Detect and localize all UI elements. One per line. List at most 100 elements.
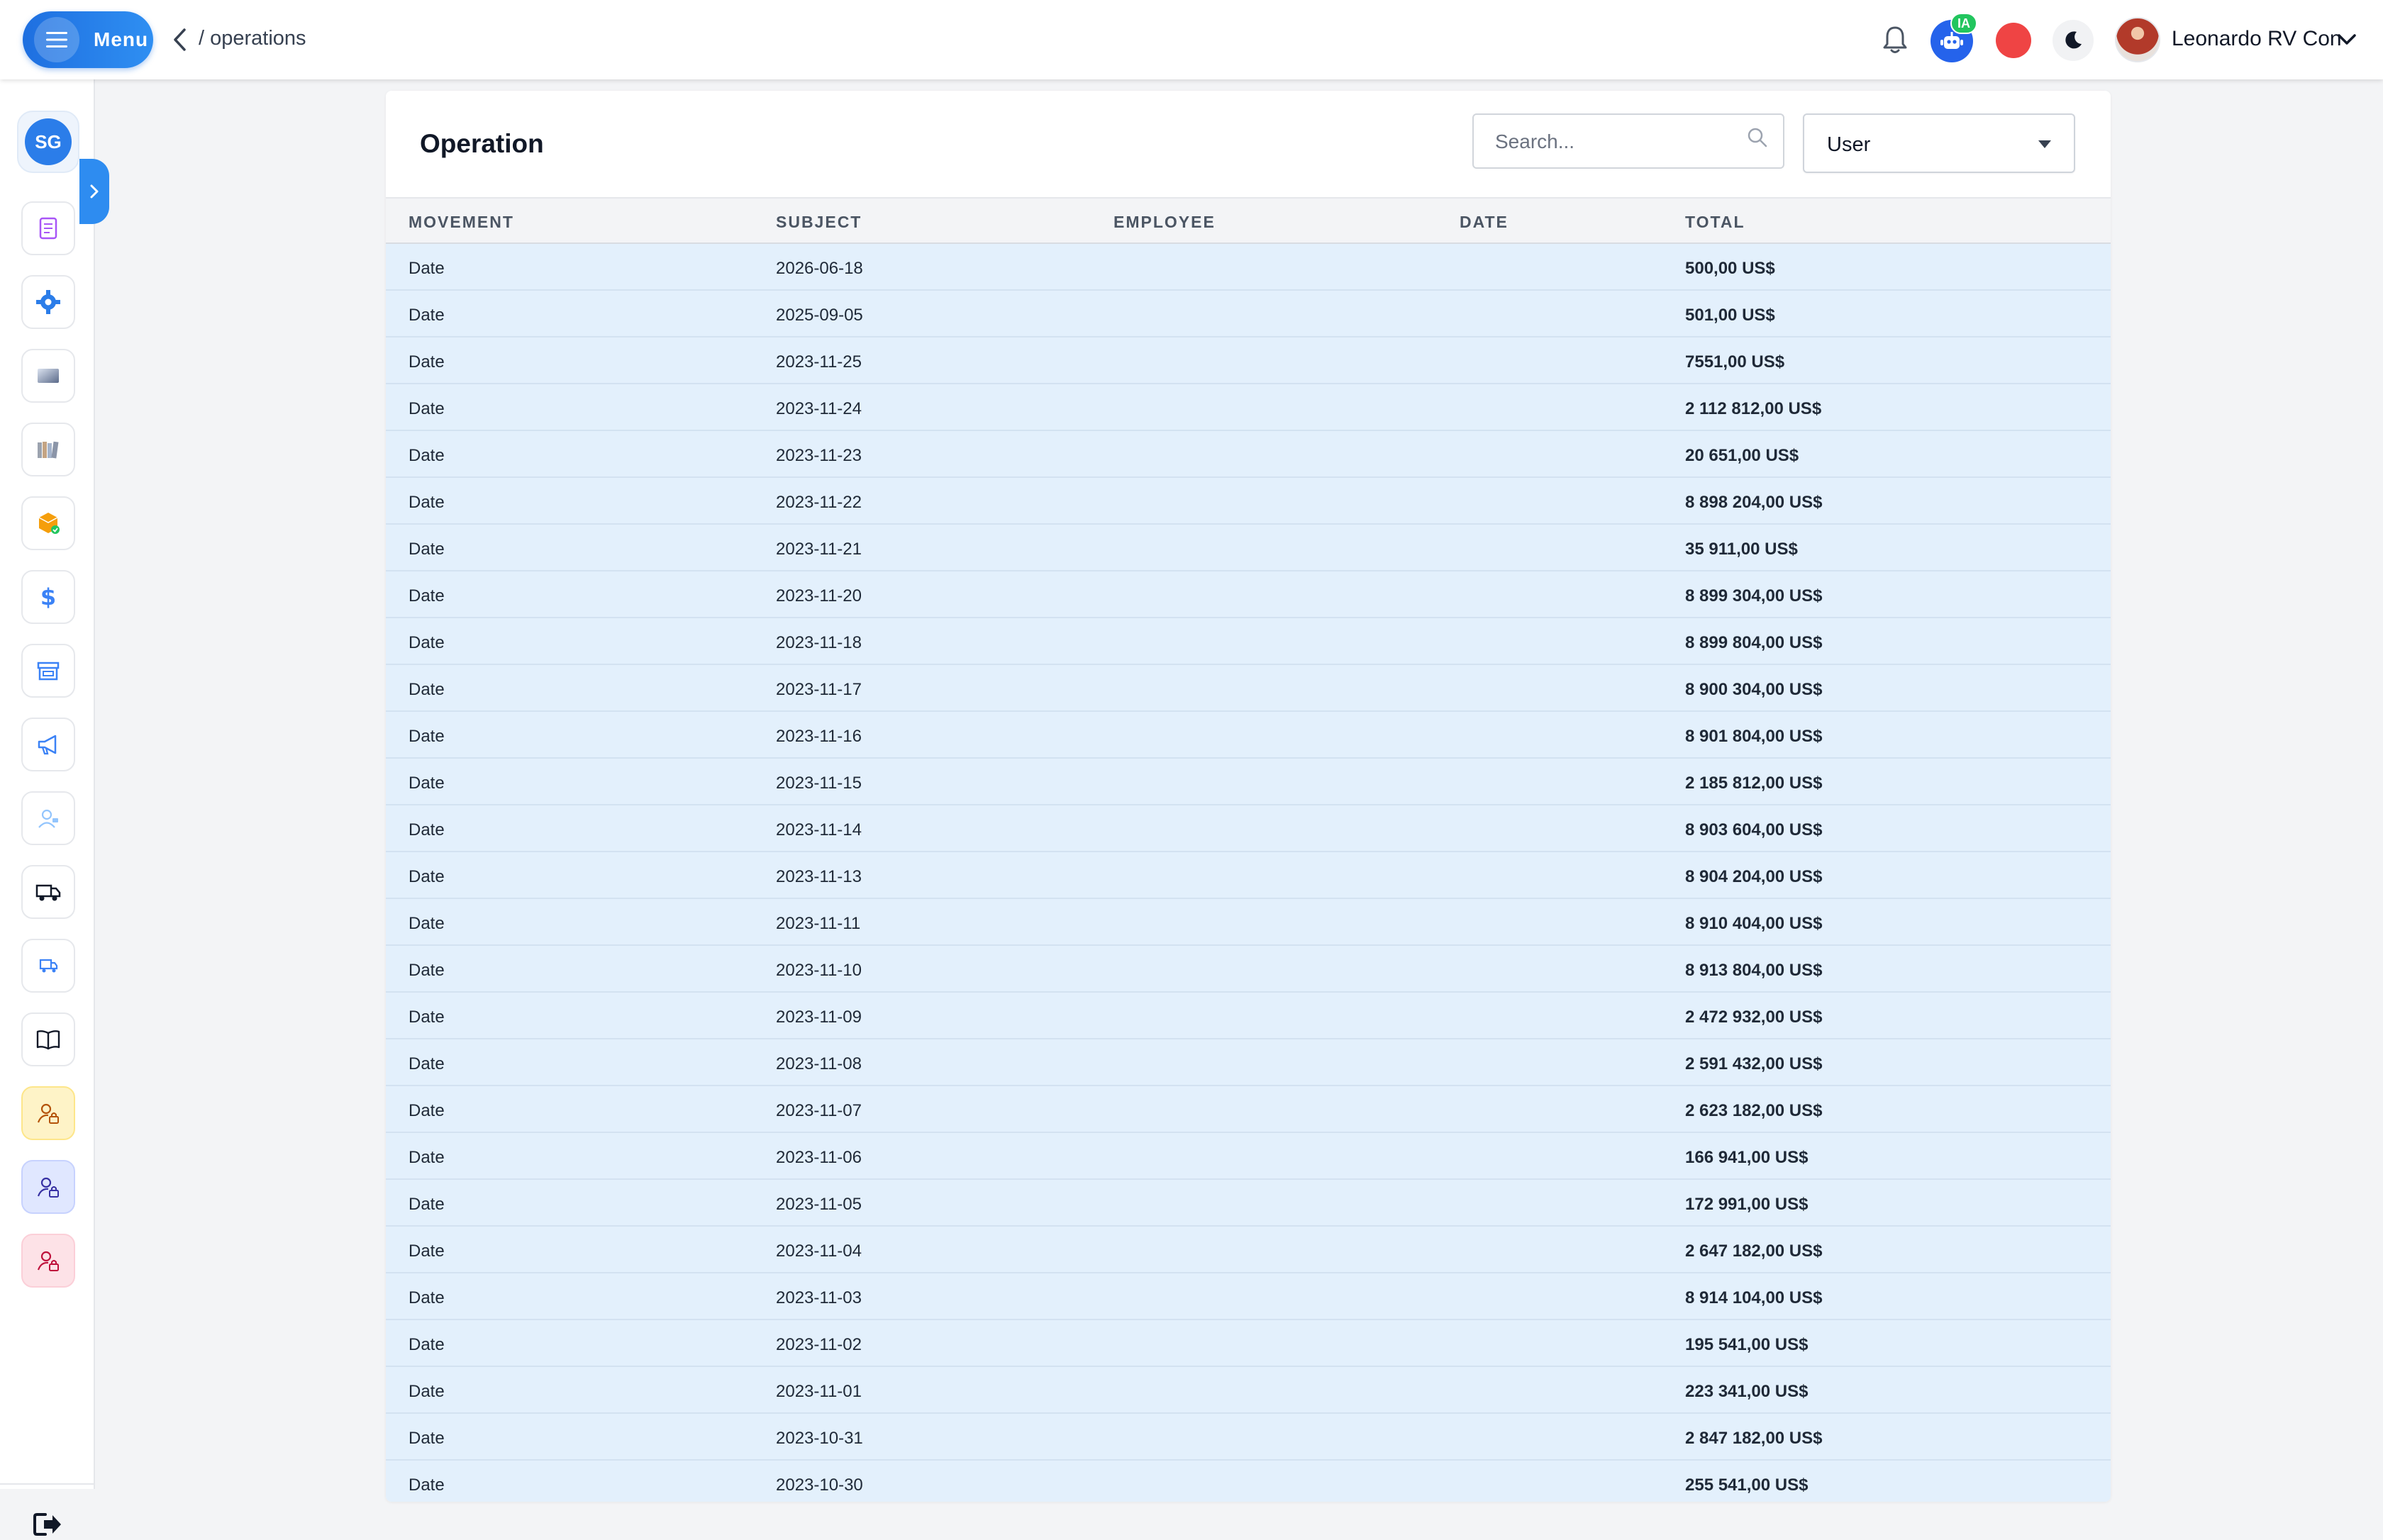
- search-icon[interactable]: [1746, 126, 1769, 149]
- user-lock-icon: [37, 1251, 59, 1271]
- sidebar-item-cards[interactable]: [21, 349, 75, 403]
- table-row[interactable]: Date 2023-11-18 8 899 804,00 US$: [386, 618, 2111, 665]
- cell-subject: 2023-11-01: [776, 1382, 862, 1401]
- cell-total: 20 651,00 US$: [1685, 446, 1799, 465]
- cell-total: 2 112 812,00 US$: [1685, 399, 1822, 418]
- cell-movement: Date: [409, 1054, 445, 1073]
- chevron-down-icon[interactable]: [2335, 28, 2359, 50]
- cell-movement: Date: [409, 399, 445, 418]
- sidebar-item-library[interactable]: [21, 423, 75, 476]
- table-row[interactable]: Date 2025-09-05 501,00 US$: [386, 291, 2111, 337]
- filter-select[interactable]: User: [1803, 113, 2075, 173]
- sidebar-item-shipping[interactable]: [21, 939, 75, 993]
- cell-movement: Date: [409, 586, 445, 606]
- cell-movement: Date: [409, 1195, 445, 1214]
- table-row[interactable]: Date 2023-11-02 195 541,00 US$: [386, 1320, 2111, 1367]
- sidebar-item-users-pink[interactable]: [21, 1234, 75, 1288]
- menu-button[interactable]: Menu: [23, 11, 153, 68]
- column-header-movement[interactable]: MOVEMENT: [409, 213, 514, 232]
- record-indicator[interactable]: [1996, 23, 2031, 58]
- sidebar-item-users-blue[interactable]: [21, 1160, 75, 1214]
- sidebar-item-catalog[interactable]: [21, 1012, 75, 1066]
- table-row[interactable]: Date 2023-11-06 166 941,00 US$: [386, 1133, 2111, 1180]
- sidebar-item-support[interactable]: [21, 791, 75, 845]
- column-header-employee[interactable]: EMPLOYEE: [1113, 213, 1216, 232]
- gradient-card-icon: [38, 369, 59, 383]
- sidebar-item-documents[interactable]: [21, 201, 75, 255]
- column-header-total[interactable]: TOTAL: [1685, 213, 1745, 232]
- table-row[interactable]: Date 2023-11-14 8 903 604,00 US$: [386, 805, 2111, 852]
- table-row[interactable]: Date 2023-11-07 2 623 182,00 US$: [386, 1086, 2111, 1133]
- cell-subject: 2026-06-18: [776, 259, 863, 278]
- megaphone-icon: [38, 735, 57, 755]
- table-row[interactable]: Date 2023-11-05 172 991,00 US$: [386, 1180, 2111, 1227]
- sidebar-item-inventory[interactable]: [21, 496, 75, 550]
- cell-subject: 2023-11-06: [776, 1148, 862, 1167]
- cell-total: 172 991,00 US$: [1685, 1195, 1809, 1214]
- cell-movement: Date: [409, 1101, 445, 1120]
- table-row[interactable]: Date 2023-11-15 2 185 812,00 US$: [386, 759, 2111, 805]
- books-icon: [38, 441, 59, 459]
- user-avatar[interactable]: [2115, 17, 2160, 62]
- svg-text:$: $: [40, 584, 56, 610]
- table-row[interactable]: Date 2023-10-30 255 541,00 US$: [386, 1461, 2111, 1502]
- back-chevron-icon[interactable]: [169, 26, 190, 54]
- sidebar-item-settings[interactable]: [21, 275, 75, 329]
- dark-mode-toggle[interactable]: [2053, 20, 2094, 61]
- logout-icon[interactable]: [31, 1509, 64, 1540]
- cell-total: 8 899 304,00 US$: [1685, 586, 1823, 606]
- sidebar-item-finance[interactable]: $: [21, 570, 75, 624]
- table-row[interactable]: Date 2023-11-25 7551,00 US$: [386, 337, 2111, 384]
- table-row[interactable]: Date 2023-10-31 2 847 182,00 US$: [386, 1414, 2111, 1461]
- table-row[interactable]: Date 2023-11-23 20 651,00 US$: [386, 431, 2111, 478]
- table-row[interactable]: Date 2023-11-10 8 913 804,00 US$: [386, 946, 2111, 993]
- user-name[interactable]: Leonardo RV Con: [2172, 27, 2342, 51]
- cell-subject: 2023-10-31: [776, 1429, 863, 1448]
- bell-icon[interactable]: [1881, 24, 1909, 55]
- sidebar-item-marketing[interactable]: [21, 718, 75, 771]
- cell-subject: 2023-11-22: [776, 493, 862, 512]
- cell-movement: Date: [409, 914, 445, 933]
- cell-subject: 2023-10-30: [776, 1475, 863, 1495]
- sidebar: SG $: [0, 79, 95, 1536]
- top-header: Menu / operations IA Leonardo RV Con: [0, 0, 2383, 79]
- table-row[interactable]: Date 2023-11-17 8 900 304,00 US$: [386, 665, 2111, 712]
- cell-movement: Date: [409, 259, 445, 278]
- cell-total: 501,00 US$: [1685, 306, 1775, 325]
- cell-movement: Date: [409, 867, 445, 886]
- sidebar-item-delivery[interactable]: [21, 865, 75, 919]
- table-row[interactable]: Date 2023-11-21 35 911,00 US$: [386, 525, 2111, 571]
- table-row[interactable]: Date 2023-11-01 223 341,00 US$: [386, 1367, 2111, 1414]
- table-row[interactable]: Date 2023-11-04 2 647 182,00 US$: [386, 1227, 2111, 1273]
- sidebar-item-users-yellow[interactable]: [21, 1086, 75, 1140]
- cell-total: 2 623 182,00 US$: [1685, 1101, 1823, 1120]
- table-row[interactable]: Date 2023-11-20 8 899 304,00 US$: [386, 571, 2111, 618]
- sidebar-brand[interactable]: SG: [17, 111, 79, 173]
- cell-subject: 2023-11-02: [776, 1335, 862, 1354]
- sidebar-collapse-toggle[interactable]: [79, 159, 109, 224]
- table-row[interactable]: Date 2023-11-22 8 898 204,00 US$: [386, 478, 2111, 525]
- table-row[interactable]: Date 2023-11-16 8 901 804,00 US$: [386, 712, 2111, 759]
- search-field[interactable]: [1472, 113, 1784, 169]
- search-input[interactable]: [1495, 128, 1736, 156]
- cell-subject: 2023-11-05: [776, 1195, 862, 1214]
- caret-down-icon: [2038, 140, 2051, 148]
- cell-subject: 2023-11-18: [776, 633, 862, 652]
- table-row[interactable]: Date 2023-11-03 8 914 104,00 US$: [386, 1273, 2111, 1320]
- column-header-subject[interactable]: SUBJECT: [776, 213, 862, 232]
- table-row[interactable]: Date 2026-06-18 500,00 US$: [386, 244, 2111, 291]
- cell-total: 8 900 304,00 US$: [1685, 680, 1823, 699]
- cell-movement: Date: [409, 774, 445, 793]
- sidebar-item-store[interactable]: [21, 644, 75, 698]
- table-row[interactable]: Date 2023-11-09 2 472 932,00 US$: [386, 993, 2111, 1039]
- cell-total: 35 911,00 US$: [1685, 540, 1798, 559]
- column-header-date[interactable]: DATE: [1460, 213, 1509, 232]
- table-row[interactable]: Date 2023-11-11 8 910 404,00 US$: [386, 899, 2111, 946]
- table-row[interactable]: Date 2023-11-08 2 591 432,00 US$: [386, 1039, 2111, 1086]
- cell-movement: Date: [409, 1335, 445, 1354]
- table-row[interactable]: Date 2023-11-24 2 112 812,00 US$: [386, 384, 2111, 431]
- cell-subject: 2023-11-21: [776, 540, 862, 559]
- table-row[interactable]: Date 2023-11-13 8 904 204,00 US$: [386, 852, 2111, 899]
- moon-icon: [2065, 31, 2082, 49]
- cell-total: 195 541,00 US$: [1685, 1335, 1809, 1354]
